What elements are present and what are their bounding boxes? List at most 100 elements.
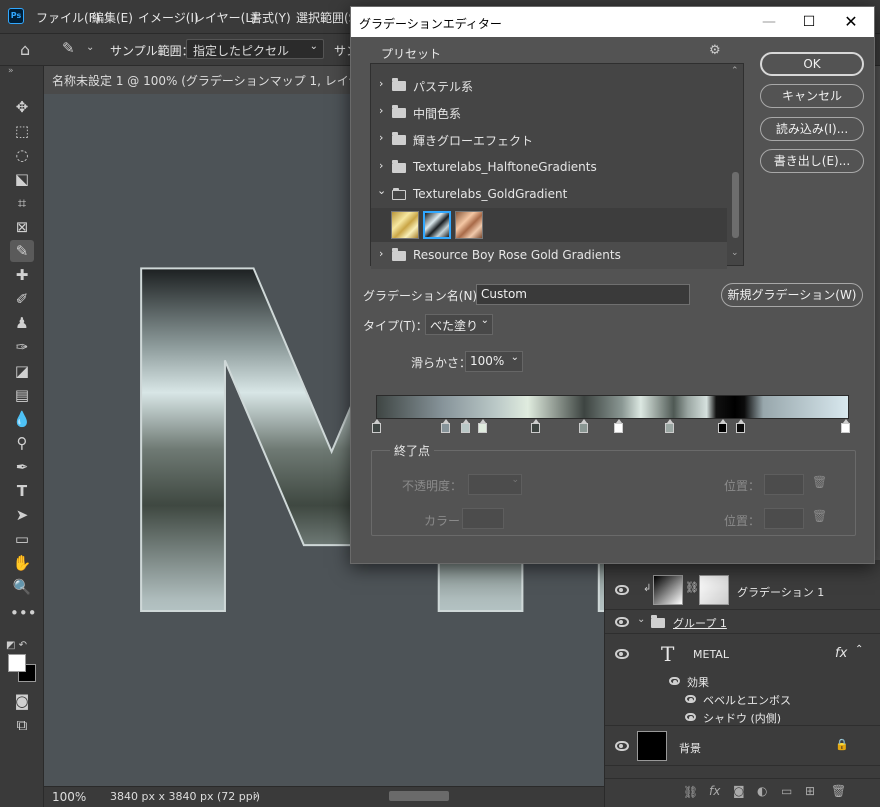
marquee-tool-icon[interactable]: ⬚: [10, 120, 34, 142]
color-location-input[interactable]: [764, 508, 804, 529]
gradient-tool-icon[interactable]: ▤: [10, 384, 34, 406]
menu-select[interactable]: 選択範囲(S: [296, 9, 356, 26]
frame-tool-icon[interactable]: ⊠: [10, 216, 34, 238]
delete-layer-icon[interactable]: 🗑: [831, 784, 846, 798]
preset-folder-row[interactable]: › 輝きグローエフェクト: [371, 126, 727, 153]
object-select-tool-icon[interactable]: ⬕: [10, 168, 34, 190]
fx-icon[interactable]: fx: [835, 646, 847, 661]
opacity-location-input[interactable]: [764, 474, 804, 495]
color-stop[interactable]: [718, 419, 727, 433]
rectangle-tool-icon[interactable]: ▭: [10, 528, 34, 550]
visibility-eye-icon[interactable]: [669, 677, 680, 685]
visibility-eye-icon[interactable]: [615, 585, 629, 595]
foreground-color-swatch[interactable]: [8, 654, 26, 672]
tool-preset-chevron-icon[interactable]: ⌄: [86, 42, 94, 53]
document-tab[interactable]: 名称未設定 1 @ 100% (グラデーションマップ 1, レイヤーマスク/16…: [44, 66, 354, 94]
new-layer-icon[interactable]: ⊞: [805, 784, 815, 798]
menu-type[interactable]: 書式(Y): [250, 9, 291, 26]
healing-brush-tool-icon[interactable]: ✚: [10, 264, 34, 286]
color-stop[interactable]: [372, 419, 381, 433]
visibility-eye-icon[interactable]: [685, 713, 696, 721]
gradient-swatch-silver-selected[interactable]: [423, 211, 451, 239]
menu-edit[interactable]: 編集(E): [92, 9, 133, 26]
eyedropper-tool-icon[interactable]: ✎: [10, 240, 34, 262]
preset-folder-row[interactable]: › パステル系: [371, 72, 727, 99]
screen-mode-icon[interactable]: ⧉: [10, 714, 34, 736]
layer-row-gradient[interactable]: ↲ ⛓ グラデーション 1: [605, 570, 880, 610]
color-stop[interactable]: [579, 419, 588, 433]
home-icon[interactable]: ⌂: [20, 40, 30, 59]
preset-folder-row-expanded[interactable]: ⌄ Texturelabs_GoldGradient: [371, 181, 727, 208]
quick-mask-icon[interactable]: ◙: [10, 690, 34, 712]
close-icon[interactable]: ✕: [831, 7, 871, 37]
minimize-icon[interactable]: —: [749, 7, 789, 37]
chevron-down-icon[interactable]: ⌄: [637, 614, 645, 625]
chevron-up-icon[interactable]: ⌃: [855, 644, 863, 655]
crop-tool-icon[interactable]: ⌗: [10, 192, 34, 214]
menu-image[interactable]: イメージ(I): [138, 9, 199, 26]
color-stop[interactable]: [736, 419, 745, 433]
expand-panel-icon[interactable]: »: [8, 66, 14, 76]
scroll-down-icon[interactable]: ⌄: [731, 248, 739, 258]
color-stop[interactable]: [478, 419, 487, 433]
color-stop[interactable]: [441, 419, 450, 433]
color-stops-track[interactable]: [372, 419, 850, 437]
export-button[interactable]: 書き出し(E)...: [760, 149, 864, 173]
dodge-tool-icon[interactable]: ⚲: [10, 432, 34, 454]
ok-button[interactable]: OK: [760, 52, 864, 76]
visibility-eye-icon[interactable]: [685, 695, 696, 703]
new-gradient-button[interactable]: 新規グラデーション(W): [721, 283, 863, 307]
preset-folder-row[interactable]: › Texturelabs_HalftoneGradients: [371, 154, 727, 181]
smoothness-select[interactable]: 100% ⌄: [465, 351, 523, 372]
brush-tool-icon[interactable]: ✐: [10, 288, 34, 310]
layer-row-background[interactable]: 背景 🔒: [605, 726, 880, 766]
layer-row-metal[interactable]: T METAL fx ⌃: [605, 634, 880, 674]
default-colors-icon[interactable]: ◩ ↶: [6, 640, 27, 651]
layer-mask-thumbnail[interactable]: [699, 575, 729, 605]
zoom-tool-icon[interactable]: 🔍: [10, 576, 34, 598]
effect-inner-shadow[interactable]: シャドウ (内側): [703, 710, 781, 726]
visibility-eye-icon[interactable]: [615, 617, 629, 627]
visibility-eye-icon[interactable]: [615, 741, 629, 751]
clone-stamp-tool-icon[interactable]: ♟: [10, 312, 34, 334]
load-button[interactable]: 読み込み(I)...: [760, 117, 864, 141]
link-icon[interactable]: ⛓: [685, 581, 699, 594]
color-stop[interactable]: [614, 419, 623, 433]
stop-color-swatch[interactable]: [462, 508, 504, 529]
color-stop[interactable]: [665, 419, 674, 433]
lasso-tool-icon[interactable]: ◌: [10, 144, 34, 166]
color-stop[interactable]: [531, 419, 540, 433]
type-tool-icon[interactable]: T: [10, 480, 34, 502]
menu-layer[interactable]: レイヤー(L): [193, 9, 257, 26]
new-group-icon[interactable]: ▭: [781, 784, 792, 798]
dialog-title-bar[interactable]: グラデーションエディター — ☐ ✕: [351, 7, 874, 37]
cancel-button[interactable]: キャンセル: [760, 84, 864, 108]
sample-size-select[interactable]: 指定したピクセル ⌄: [186, 39, 324, 59]
preset-folder-row[interactable]: › Resource Boy Rose Gold Gradients: [371, 242, 727, 269]
preset-folder-row[interactable]: › 中間色系: [371, 99, 727, 126]
gradient-preview-bar[interactable]: [376, 395, 849, 419]
gradient-name-input[interactable]: Custom: [476, 284, 690, 305]
type-select[interactable]: べた塗り ⌄: [425, 314, 493, 335]
gradient-swatch-rose[interactable]: [455, 211, 483, 239]
blur-tool-icon[interactable]: 💧: [10, 408, 34, 430]
maximize-icon[interactable]: ☐: [789, 7, 829, 37]
horizontal-scrollbar-thumb[interactable]: [389, 791, 449, 801]
eraser-tool-icon[interactable]: ◪: [10, 360, 34, 382]
add-style-icon[interactable]: fx: [709, 784, 720, 798]
hand-tool-icon[interactable]: ✋: [10, 552, 34, 574]
menu-file[interactable]: ファイル(F): [36, 9, 100, 26]
add-mask-icon[interactable]: ◙: [733, 784, 745, 798]
layer-row-group[interactable]: ⌄ グループ 1: [605, 610, 880, 634]
delete-opacity-stop-icon[interactable]: 🗑: [812, 475, 827, 489]
gear-icon[interactable]: ⚙: [709, 43, 721, 58]
color-stop[interactable]: [841, 419, 850, 433]
preset-scrollbar[interactable]: ⌃ ⌄: [728, 64, 743, 265]
move-tool-icon[interactable]: ✥: [10, 96, 34, 118]
more-tools-icon[interactable]: •••: [10, 602, 37, 624]
link-layers-icon[interactable]: ⛓: [683, 785, 698, 799]
history-brush-tool-icon[interactable]: ✑: [10, 336, 34, 358]
status-menu-arrow-icon[interactable]: ›: [254, 789, 258, 802]
gradient-swatch-gold[interactable]: [391, 211, 419, 239]
eyedropper-tool-icon[interactable]: ✎: [62, 39, 75, 57]
